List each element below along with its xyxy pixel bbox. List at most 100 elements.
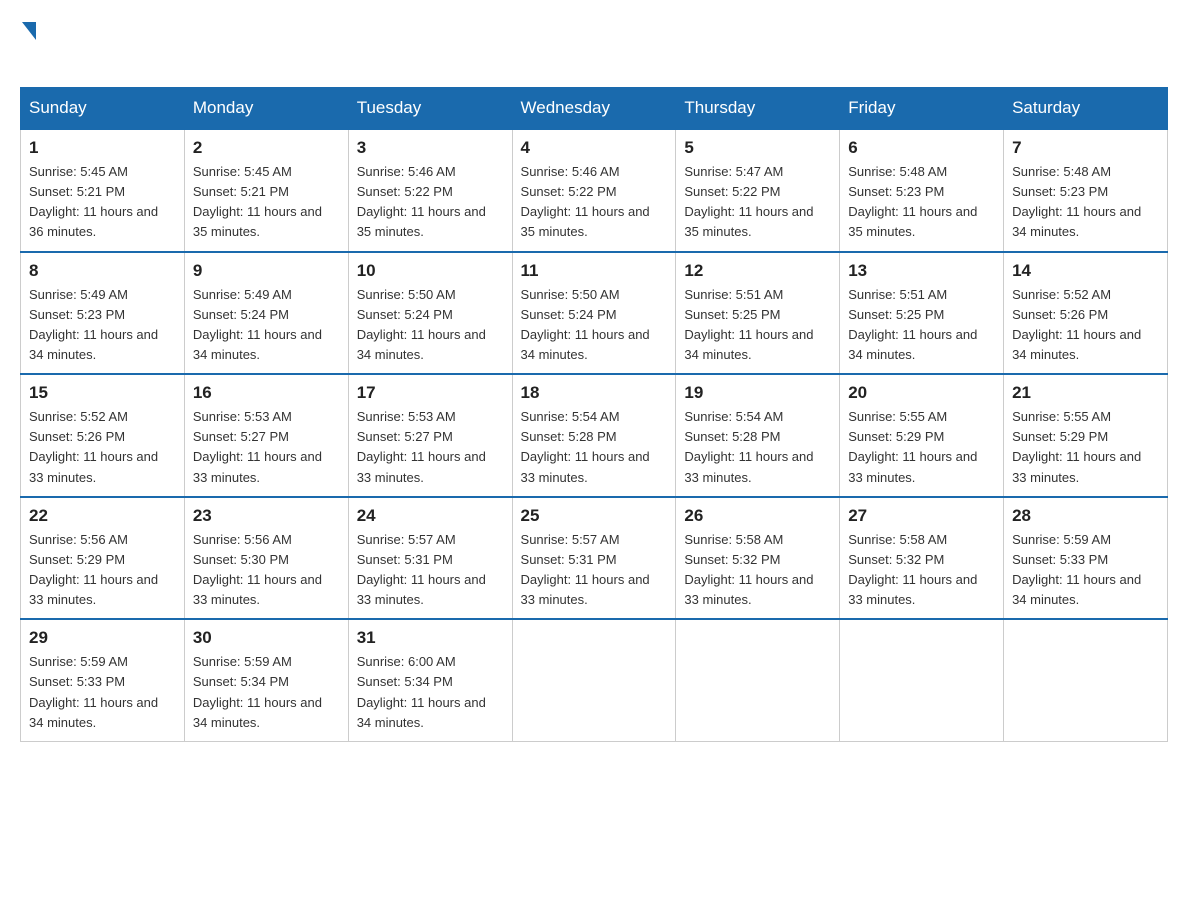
logo-arrow-icon [22, 22, 36, 40]
day-number: 26 [684, 506, 831, 526]
day-number: 9 [193, 261, 340, 281]
calendar-week-row: 29 Sunrise: 5:59 AMSunset: 5:33 PMDaylig… [21, 619, 1168, 741]
day-number: 4 [521, 138, 668, 158]
day-info: Sunrise: 5:56 AMSunset: 5:30 PMDaylight:… [193, 530, 340, 611]
calendar-week-row: 15 Sunrise: 5:52 AMSunset: 5:26 PMDaylig… [21, 374, 1168, 497]
day-number: 13 [848, 261, 995, 281]
table-row: 11 Sunrise: 5:50 AMSunset: 5:24 PMDaylig… [512, 252, 676, 375]
col-wednesday: Wednesday [512, 88, 676, 130]
table-row: 29 Sunrise: 5:59 AMSunset: 5:33 PMDaylig… [21, 619, 185, 741]
day-number: 19 [684, 383, 831, 403]
day-info: Sunrise: 5:57 AMSunset: 5:31 PMDaylight:… [357, 530, 504, 611]
table-row: 4 Sunrise: 5:46 AMSunset: 5:22 PMDayligh… [512, 129, 676, 252]
day-number: 15 [29, 383, 176, 403]
day-number: 3 [357, 138, 504, 158]
day-info: Sunrise: 5:45 AMSunset: 5:21 PMDaylight:… [29, 162, 176, 243]
day-info: Sunrise: 5:46 AMSunset: 5:22 PMDaylight:… [357, 162, 504, 243]
day-info: Sunrise: 5:55 AMSunset: 5:29 PMDaylight:… [848, 407, 995, 488]
day-number: 22 [29, 506, 176, 526]
table-row: 3 Sunrise: 5:46 AMSunset: 5:22 PMDayligh… [348, 129, 512, 252]
day-info: Sunrise: 5:53 AMSunset: 5:27 PMDaylight:… [193, 407, 340, 488]
day-info: Sunrise: 5:49 AMSunset: 5:24 PMDaylight:… [193, 285, 340, 366]
table-row: 2 Sunrise: 5:45 AMSunset: 5:21 PMDayligh… [184, 129, 348, 252]
table-row: 16 Sunrise: 5:53 AMSunset: 5:27 PMDaylig… [184, 374, 348, 497]
day-number: 12 [684, 261, 831, 281]
table-row: 17 Sunrise: 5:53 AMSunset: 5:27 PMDaylig… [348, 374, 512, 497]
day-number: 28 [1012, 506, 1159, 526]
day-number: 7 [1012, 138, 1159, 158]
day-number: 2 [193, 138, 340, 158]
calendar-header-row: Sunday Monday Tuesday Wednesday Thursday… [21, 88, 1168, 130]
table-row: 6 Sunrise: 5:48 AMSunset: 5:23 PMDayligh… [840, 129, 1004, 252]
day-number: 5 [684, 138, 831, 158]
day-number: 29 [29, 628, 176, 648]
day-number: 8 [29, 261, 176, 281]
day-number: 11 [521, 261, 668, 281]
table-row: 5 Sunrise: 5:47 AMSunset: 5:22 PMDayligh… [676, 129, 840, 252]
table-row: 31 Sunrise: 6:00 AMSunset: 5:34 PMDaylig… [348, 619, 512, 741]
day-info: Sunrise: 5:59 AMSunset: 5:34 PMDaylight:… [193, 652, 340, 733]
day-info: Sunrise: 5:54 AMSunset: 5:28 PMDaylight:… [521, 407, 668, 488]
calendar-week-row: 1 Sunrise: 5:45 AMSunset: 5:21 PMDayligh… [21, 129, 1168, 252]
day-info: Sunrise: 5:59 AMSunset: 5:33 PMDaylight:… [29, 652, 176, 733]
day-info: Sunrise: 5:52 AMSunset: 5:26 PMDaylight:… [1012, 285, 1159, 366]
day-number: 14 [1012, 261, 1159, 281]
day-number: 17 [357, 383, 504, 403]
day-info: Sunrise: 5:56 AMSunset: 5:29 PMDaylight:… [29, 530, 176, 611]
day-number: 23 [193, 506, 340, 526]
table-row: 13 Sunrise: 5:51 AMSunset: 5:25 PMDaylig… [840, 252, 1004, 375]
day-info: Sunrise: 5:55 AMSunset: 5:29 PMDaylight:… [1012, 407, 1159, 488]
table-row: 23 Sunrise: 5:56 AMSunset: 5:30 PMDaylig… [184, 497, 348, 620]
table-row: 19 Sunrise: 5:54 AMSunset: 5:28 PMDaylig… [676, 374, 840, 497]
day-number: 16 [193, 383, 340, 403]
table-row: 9 Sunrise: 5:49 AMSunset: 5:24 PMDayligh… [184, 252, 348, 375]
col-sunday: Sunday [21, 88, 185, 130]
day-info: Sunrise: 5:58 AMSunset: 5:32 PMDaylight:… [684, 530, 831, 611]
table-row: 12 Sunrise: 5:51 AMSunset: 5:25 PMDaylig… [676, 252, 840, 375]
table-row: 14 Sunrise: 5:52 AMSunset: 5:26 PMDaylig… [1004, 252, 1168, 375]
calendar-table: Sunday Monday Tuesday Wednesday Thursday… [20, 87, 1168, 742]
day-info: Sunrise: 5:45 AMSunset: 5:21 PMDaylight:… [193, 162, 340, 243]
table-row: 18 Sunrise: 5:54 AMSunset: 5:28 PMDaylig… [512, 374, 676, 497]
table-row [512, 619, 676, 741]
col-saturday: Saturday [1004, 88, 1168, 130]
day-info: Sunrise: 5:48 AMSunset: 5:23 PMDaylight:… [848, 162, 995, 243]
day-info: Sunrise: 5:47 AMSunset: 5:22 PMDaylight:… [684, 162, 831, 243]
day-number: 27 [848, 506, 995, 526]
day-number: 10 [357, 261, 504, 281]
table-row: 8 Sunrise: 5:49 AMSunset: 5:23 PMDayligh… [21, 252, 185, 375]
calendar-week-row: 8 Sunrise: 5:49 AMSunset: 5:23 PMDayligh… [21, 252, 1168, 375]
table-row: 27 Sunrise: 5:58 AMSunset: 5:32 PMDaylig… [840, 497, 1004, 620]
col-friday: Friday [840, 88, 1004, 130]
table-row: 15 Sunrise: 5:52 AMSunset: 5:26 PMDaylig… [21, 374, 185, 497]
day-info: Sunrise: 5:54 AMSunset: 5:28 PMDaylight:… [684, 407, 831, 488]
day-number: 20 [848, 383, 995, 403]
table-row: 30 Sunrise: 5:59 AMSunset: 5:34 PMDaylig… [184, 619, 348, 741]
day-number: 24 [357, 506, 504, 526]
table-row [840, 619, 1004, 741]
day-info: Sunrise: 5:48 AMSunset: 5:23 PMDaylight:… [1012, 162, 1159, 243]
col-tuesday: Tuesday [348, 88, 512, 130]
day-info: Sunrise: 5:50 AMSunset: 5:24 PMDaylight:… [521, 285, 668, 366]
day-number: 25 [521, 506, 668, 526]
table-row: 24 Sunrise: 5:57 AMSunset: 5:31 PMDaylig… [348, 497, 512, 620]
day-number: 21 [1012, 383, 1159, 403]
table-row: 22 Sunrise: 5:56 AMSunset: 5:29 PMDaylig… [21, 497, 185, 620]
day-info: Sunrise: 5:51 AMSunset: 5:25 PMDaylight:… [684, 285, 831, 366]
table-row: 25 Sunrise: 5:57 AMSunset: 5:31 PMDaylig… [512, 497, 676, 620]
day-info: Sunrise: 5:51 AMSunset: 5:25 PMDaylight:… [848, 285, 995, 366]
day-info: Sunrise: 5:46 AMSunset: 5:22 PMDaylight:… [521, 162, 668, 243]
calendar-week-row: 22 Sunrise: 5:56 AMSunset: 5:29 PMDaylig… [21, 497, 1168, 620]
day-info: Sunrise: 5:53 AMSunset: 5:27 PMDaylight:… [357, 407, 504, 488]
logo [20, 20, 36, 71]
table-row: 1 Sunrise: 5:45 AMSunset: 5:21 PMDayligh… [21, 129, 185, 252]
day-number: 31 [357, 628, 504, 648]
table-row [1004, 619, 1168, 741]
day-number: 18 [521, 383, 668, 403]
day-info: Sunrise: 5:59 AMSunset: 5:33 PMDaylight:… [1012, 530, 1159, 611]
table-row: 7 Sunrise: 5:48 AMSunset: 5:23 PMDayligh… [1004, 129, 1168, 252]
table-row: 20 Sunrise: 5:55 AMSunset: 5:29 PMDaylig… [840, 374, 1004, 497]
col-thursday: Thursday [676, 88, 840, 130]
col-monday: Monday [184, 88, 348, 130]
day-info: Sunrise: 5:50 AMSunset: 5:24 PMDaylight:… [357, 285, 504, 366]
